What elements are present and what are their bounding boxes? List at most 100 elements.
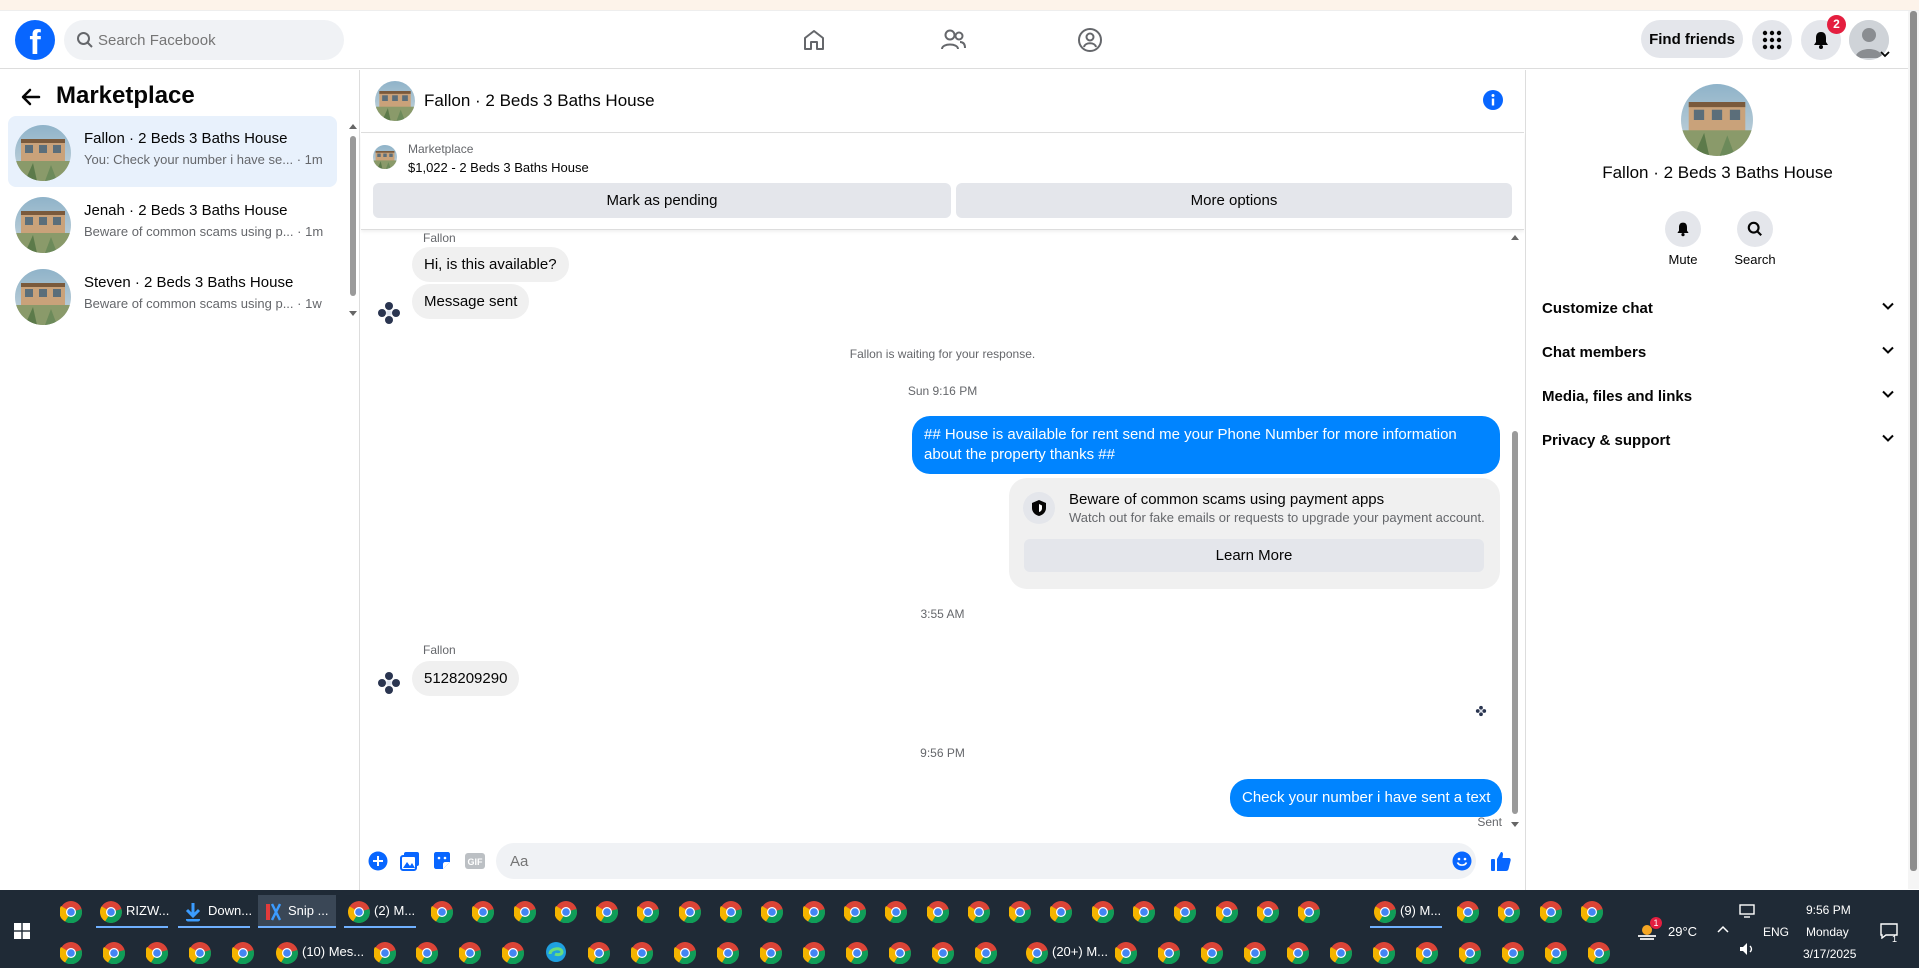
chrome-taskbar-icon[interactable] [803,901,825,923]
chrome-taskbar-icon[interactable] [1502,942,1524,964]
chrome-taskbar-icon[interactable] [1158,942,1180,964]
taskbar-item-rizw[interactable]: RIZW... [96,895,169,928]
chrome-taskbar-icon[interactable] [1581,901,1603,923]
chrome-taskbar-icon[interactable] [637,901,659,923]
mute-button[interactable]: Mute [1653,211,1713,267]
sender-avatar[interactable] [374,668,404,698]
scroll-down-arrow-icon[interactable] [349,310,357,318]
chrome-taskbar-icon[interactable] [1009,901,1031,923]
windows-start-icon[interactable] [14,923,30,939]
incoming-message[interactable]: 5128209290 [412,661,520,696]
search-box[interactable] [64,20,344,60]
photo-icon[interactable] [399,850,421,872]
chrome-taskbar-icon[interactable] [1298,901,1320,923]
chat-avatar[interactable] [375,81,415,121]
chrome-taskbar-icon[interactable] [555,901,577,923]
network-icon[interactable] [1739,904,1757,918]
chrome-taskbar-icon[interactable] [1287,942,1309,964]
profile-chevron-down-icon[interactable] [1880,50,1890,58]
taskbar-item-downloads[interactable]: Down... [178,895,252,928]
chrome-taskbar-icon[interactable] [720,901,742,923]
chrome-taskbar-icon[interactable] [431,901,453,923]
scrollbar-thumb[interactable] [350,136,356,296]
search-input[interactable] [98,20,338,60]
incoming-message[interactable]: Hi, is this available? [412,247,569,282]
scrollbar-thumb[interactable] [1512,431,1518,814]
chrome-taskbar-icon[interactable] [968,901,990,923]
scrollbar-thumb[interactable] [1910,11,1917,871]
chrome-taskbar-icon[interactable] [1459,942,1481,964]
scroll-up-arrow-icon[interactable] [349,122,357,130]
chrome-taskbar-icon[interactable] [885,901,907,923]
chrome-taskbar-icon[interactable] [889,942,911,964]
listing-thumbnail[interactable] [373,145,397,169]
chrome-taskbar-icon[interactable] [927,901,949,923]
scroll-down-arrow-icon[interactable] [1511,821,1519,829]
learn-more-button[interactable]: Learn More [1024,539,1484,572]
facebook-logo-icon[interactable]: f [15,20,55,60]
info-icon[interactable] [1482,89,1504,111]
chrome-taskbar-icon[interactable] [472,901,494,923]
chrome-taskbar-icon[interactable] [1540,901,1562,923]
chat-avatar-large[interactable] [1681,84,1753,156]
chrome-taskbar-icon[interactable] [844,901,866,923]
chrome-taskbar-icon[interactable] [1457,901,1479,923]
chrome-taskbar-icon[interactable] [1174,901,1196,923]
chrome-taskbar-icon[interactable] [803,942,825,964]
chrome-taskbar-icon[interactable] [1133,901,1155,923]
chrome-taskbar-icon[interactable] [189,942,211,964]
chrome-taskbar-icon[interactable] [1201,942,1223,964]
chrome-taskbar-icon[interactable] [1092,901,1114,923]
message-input[interactable] [496,843,1476,879]
chrome-taskbar-icon[interactable] [596,901,618,923]
clock-date[interactable]: 3/17/2025 [1803,947,1856,961]
chrome-taskbar-icon[interactable] [459,942,481,964]
chrome-taskbar-icon[interactable] [674,942,696,964]
language-indicator[interactable]: ENG [1763,925,1789,939]
incoming-message[interactable]: Message sent [412,284,530,319]
chrome-taskbar-icon[interactable] [514,901,536,923]
chat-title[interactable]: Fallon · 2 Beds 3 Baths House [424,91,655,111]
chat-members-section[interactable]: Chat members [1542,333,1894,373]
chrome-taskbar-icon[interactable] [1257,901,1279,923]
search-conversation-button[interactable]: Search [1725,211,1785,267]
privacy-support-section[interactable]: Privacy & support [1542,421,1894,461]
outgoing-message[interactable]: Check your number i have sent a text [1230,779,1503,817]
chrome-taskbar-icon[interactable] [761,901,783,923]
gif-icon[interactable]: GIF [463,850,487,872]
chrome-taskbar-icon[interactable] [588,942,610,964]
chrome-taskbar-icon[interactable] [1115,942,1137,964]
find-friends-button[interactable]: Find friends [1641,20,1743,58]
chrome-taskbar-icon[interactable] [975,942,997,964]
taskbar-item-snip[interactable]: Snip ... [258,895,336,928]
chrome-taskbar-icon[interactable] [60,942,82,964]
chrome-taskbar-icon[interactable] [232,942,254,964]
emoji-icon[interactable] [1451,850,1473,872]
chrome-taskbar-icon[interactable] [103,942,125,964]
plus-circle-icon[interactable] [367,850,389,872]
chrome-taskbar-icon[interactable] [416,942,438,964]
weather-temperature[interactable]: 29°C [1668,924,1697,939]
sender-avatar[interactable] [374,298,404,328]
media-files-links-section[interactable]: Media, files and links [1542,377,1894,417]
back-arrow-icon[interactable] [20,86,42,108]
menu-grid-icon[interactable] [1752,20,1792,60]
taskbar-item-messenger-2[interactable]: (2) M... [344,895,416,928]
show-hidden-icons-chevron-up-icon[interactable] [1717,924,1729,934]
page-scrollbar[interactable] [1908,11,1919,889]
more-options-button[interactable]: More options [956,183,1512,218]
chrome-taskbar-icon[interactable] [631,942,653,964]
volume-icon[interactable] [1739,942,1757,956]
chrome-taskbar-icon[interactable] [502,942,524,964]
chrome-taskbar-icon[interactable] [760,942,782,964]
chrome-taskbar-icon[interactable] [846,942,868,964]
chrome-taskbar-icon[interactable] [1373,942,1395,964]
chrome-taskbar-icon[interactable] [60,901,82,923]
customize-chat-section[interactable]: Customize chat [1542,289,1894,329]
chrome-taskbar-icon[interactable] [1244,942,1266,964]
chrome-taskbar-icon[interactable] [679,901,701,923]
chrome-taskbar-icon[interactable] [1330,942,1352,964]
home-icon[interactable] [799,25,829,55]
conversation-list-scrollbar[interactable] [349,122,357,322]
like-thumb-icon[interactable] [1490,850,1512,872]
